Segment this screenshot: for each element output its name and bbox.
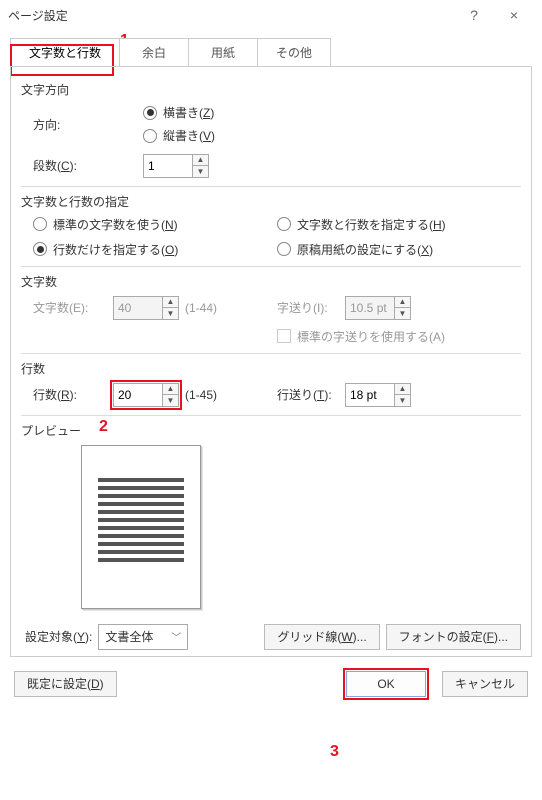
spin-up-icon[interactable]: ▲ (193, 155, 208, 166)
radio-horizontal[interactable]: 横書き(Z) (143, 104, 214, 121)
divider (21, 266, 521, 267)
tab-other[interactable]: その他 (257, 38, 331, 66)
spin-up-icon: ▲ (395, 297, 410, 308)
radio-vertical[interactable]: 縦書き(V) (143, 127, 215, 144)
radio-dot-icon (33, 242, 47, 256)
radio-standard-chars[interactable]: 標準の文字数を使う(N) (33, 216, 178, 233)
chevron-down-icon: ﹀ (171, 629, 181, 644)
radio-lines-only-label: 行数だけを指定する(O) (53, 241, 178, 258)
help-button[interactable]: ? (454, 0, 494, 30)
section-preview: プレビュー (21, 422, 521, 439)
divider (21, 415, 521, 416)
radio-genkou-label: 原稿用紙の設定にする(X) (297, 241, 433, 258)
radio-empty-icon (277, 242, 291, 256)
set-default-button[interactable]: 既定に設定(D) (14, 671, 117, 697)
columns-spinner[interactable]: ▲ ▼ (143, 154, 209, 178)
apply-to-value: 文書全体 (105, 628, 153, 645)
apply-to-label: 設定対象(Y): (25, 628, 92, 645)
cancel-button[interactable]: キャンセル (442, 671, 528, 697)
radio-chars-and-lines-label: 文字数と行数を指定する(H) (297, 216, 446, 233)
spin-down-icon[interactable]: ▼ (163, 394, 178, 406)
tab-margins[interactable]: 余白 (119, 38, 189, 66)
section-chars: 文字数 (21, 273, 521, 290)
default-pitch-checkbox (277, 329, 291, 343)
tab-chars-lines[interactable]: 文字数と行数 (10, 38, 120, 66)
preview-page-icon (81, 445, 201, 609)
apply-to-select[interactable]: 文書全体 ﹀ (98, 624, 188, 650)
default-pitch-label: 標準の字送りを使用する(A) (297, 328, 445, 345)
section-lines: 行数 (21, 360, 521, 377)
chars-count-label: 文字数(E): (33, 299, 101, 316)
radio-empty-icon (143, 129, 157, 143)
columns-label: 段数(C): (33, 157, 103, 174)
radio-lines-only[interactable]: 行数だけを指定する(O) (33, 241, 178, 258)
lines-label: 行数(R): (33, 386, 101, 403)
gridlines-button[interactable]: グリッド線(W)... (264, 624, 379, 650)
lines-spinner[interactable]: ▲ ▼ (113, 383, 179, 407)
spin-down-icon: ▼ (163, 307, 178, 319)
callout-2: 2 (99, 418, 108, 436)
section-spec: 文字数と行数の指定 (21, 193, 521, 210)
divider (21, 353, 521, 354)
radio-horizontal-label: 横書き(Z) (163, 104, 214, 121)
radio-standard-chars-label: 標準の文字数を使う(N) (53, 216, 178, 233)
line-pitch-label: 行送り(T): (277, 386, 337, 403)
tabs: 文字数と行数 余白 用紙 その他 (10, 38, 542, 66)
ok-button[interactable]: OK (346, 671, 426, 697)
spin-up-icon: ▲ (163, 297, 178, 308)
tab-paper[interactable]: 用紙 (188, 38, 258, 66)
divider (21, 186, 521, 187)
close-button[interactable]: × (494, 0, 534, 30)
titlebar: ページ設定 ? × (0, 0, 542, 30)
spin-down-icon[interactable]: ▼ (395, 394, 410, 406)
chars-spinner: ▲ ▼ (113, 296, 179, 320)
chars-range: (1-44) (185, 301, 217, 315)
direction-label: 方向: (33, 116, 103, 133)
columns-input[interactable] (144, 155, 192, 177)
radio-chars-and-lines[interactable]: 文字数と行数を指定する(H) (277, 216, 446, 233)
char-pitch-label: 字送り(I): (277, 299, 337, 316)
char-pitch-spinner: ▲ ▼ (345, 296, 411, 320)
font-settings-button[interactable]: フォントの設定(F)... (386, 624, 521, 650)
chars-input (114, 297, 162, 319)
spin-up-icon[interactable]: ▲ (163, 384, 178, 395)
spin-up-icon[interactable]: ▲ (395, 384, 410, 395)
spin-down-icon: ▼ (395, 307, 410, 319)
radio-vertical-label: 縦書き(V) (163, 127, 215, 144)
spin-down-icon[interactable]: ▼ (193, 165, 208, 177)
radio-empty-icon (33, 217, 47, 231)
window-title: ページ設定 (8, 7, 454, 24)
lines-input[interactable] (114, 384, 162, 406)
callout-3: 3 (330, 743, 339, 761)
main-panel: 文字方向 方向: 横書き(Z) 縦書き(V) 段数(C): ▲ ▼ (10, 66, 532, 657)
radio-empty-icon (277, 217, 291, 231)
line-pitch-input[interactable] (346, 384, 394, 406)
radio-genkou[interactable]: 原稿用紙の設定にする(X) (277, 241, 433, 258)
radio-dot-icon (143, 106, 157, 120)
char-pitch-input (346, 297, 394, 319)
lines-range: (1-45) (185, 388, 217, 402)
section-direction: 文字方向 (21, 81, 521, 98)
line-pitch-spinner[interactable]: ▲ ▼ (345, 383, 411, 407)
